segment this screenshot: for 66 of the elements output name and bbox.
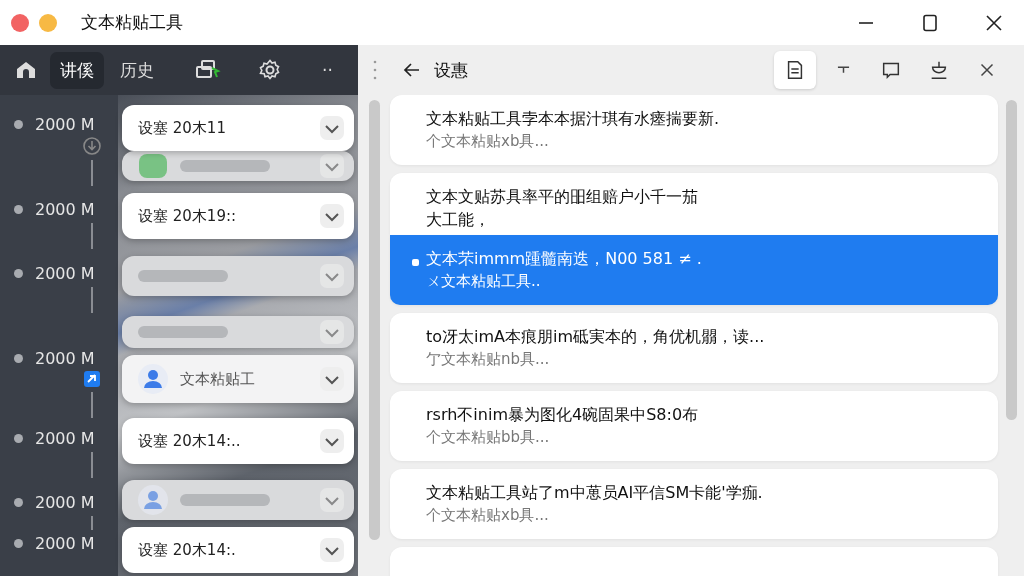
history-text: 设塞 20木19:: — [138, 206, 238, 226]
history-card[interactable] — [122, 151, 354, 181]
scrollbar-thumb[interactable] — [368, 100, 380, 540]
clip-title: 文本粘贴工具站了m中葸员AI平信SM卡能'学痂. — [426, 482, 764, 504]
history-card[interactable] — [122, 256, 354, 296]
clip-title: 文本文贴苏具率平的昍组赔户小千一茄 — [426, 186, 699, 208]
history-card[interactable] — [122, 480, 354, 520]
timeline-dot — [14, 498, 23, 507]
clip-title: 文本芣immm踵髓南迭，N00 581 ≠ . — [426, 248, 703, 270]
clip-title: rsrh不inim暴为图化4碗固果中S8:0布 — [426, 404, 700, 426]
clip-title: 大工能， — [426, 209, 491, 231]
history-card[interactable]: 文本粘贴工 — [122, 355, 354, 403]
time-label: 2000 M — [35, 115, 95, 134]
detail-title: 设惠 — [434, 58, 468, 82]
history-card[interactable]: 设塞 20木19:: — [122, 193, 354, 239]
time-label: 2000 M — [35, 200, 95, 219]
history-text: 设塞 20木11 — [138, 118, 227, 138]
scrollbar-thumb[interactable] — [1005, 100, 1017, 420]
history-card[interactable]: 设塞 20木11 — [122, 105, 354, 151]
maximize-icon[interactable] — [920, 12, 940, 33]
timeline-dot — [14, 434, 23, 443]
settings-icon — [258, 58, 282, 82]
history-card[interactable]: 设塞 20木14:. — [122, 527, 354, 573]
time-label: 2000 M — [35, 493, 95, 512]
history-card[interactable] — [122, 316, 354, 348]
person-icon — [138, 485, 168, 515]
tab[interactable]: ·· — [312, 53, 343, 87]
time-label: 2000 M — [35, 429, 95, 448]
person-icon — [138, 364, 168, 394]
clip-title: to冴太imA本痕朋im砥実本的，角优机朤，读... — [426, 326, 766, 348]
clip-subtitle: 亇文本粘贴nb具... — [426, 349, 551, 370]
link-icon — [83, 370, 101, 388]
clip-subtitle: 个文本粘贴xb具... — [426, 131, 550, 152]
clip-subtitle: ㄨ文本粘贴工具.. — [426, 271, 542, 292]
history-text: 设塞 20木14:.. — [138, 431, 242, 451]
history-card[interactable]: 设塞 20木14:.. — [122, 418, 354, 464]
clip-card[interactable]: 文本文贴苏具率平的昍组赔户小千一茄 大工能， — [390, 173, 998, 235]
tab[interactable]: 讲傒 — [50, 51, 104, 89]
document-button[interactable] — [774, 51, 816, 89]
timeline-dot — [14, 269, 23, 278]
history-text: 文本粘贴工 — [180, 369, 256, 389]
clip-subtitle: 个文本粘贴xb具... — [426, 505, 550, 526]
time-label: 2000 M — [35, 534, 95, 553]
clip-card[interactable]: to冴太imA本痕朋im砥実本的，角优机朤，读... 亇文本粘贴nb具... — [390, 313, 998, 383]
time-label: 2000 M — [35, 264, 95, 283]
clip-title: 文本粘贴工具孛本本据汁琪有水瘗揣要新. — [426, 108, 721, 130]
drag-handle-icon[interactable] — [372, 58, 378, 82]
history-text: 设塞 20木14:. — [138, 540, 237, 560]
close-window-button[interactable] — [11, 13, 29, 32]
clip-card[interactable]: 文本芣immm踵髓南迭，N00 581 ≠ . ㄨ文本粘贴工具.. — [390, 235, 998, 305]
chat-icon — [138, 151, 168, 181]
clip-card[interactable]: 文本粘贴工具孛本本据汁琪有水瘗揣要新. 个文本粘贴xb具... — [390, 95, 998, 165]
tab[interactable]: 历史 — [110, 51, 164, 89]
window-title: 文本粘贴工具 — [81, 11, 183, 34]
timeline-dot — [14, 205, 23, 214]
timeline-dot — [14, 539, 23, 548]
timeline-dot — [14, 354, 23, 363]
minimize-window-button[interactable] — [39, 13, 57, 32]
clip-card[interactable]: rsrh不inim暴为图化4碗固果中S8:0布 个文本粘贴bb具... — [390, 391, 998, 461]
bullet-icon — [412, 259, 419, 266]
clip-subtitle: 个文本粘贴bb具... — [426, 427, 551, 448]
time-label: 2000 M — [35, 349, 95, 368]
clip-card[interactable]: 文本粘贴工具站了m中葸员AI平信SM卡能'学痂. 个文本粘贴xb具... — [390, 469, 998, 539]
download-icon — [82, 136, 102, 156]
timeline-dot — [14, 120, 23, 129]
close-icon[interactable] — [984, 12, 1004, 33]
